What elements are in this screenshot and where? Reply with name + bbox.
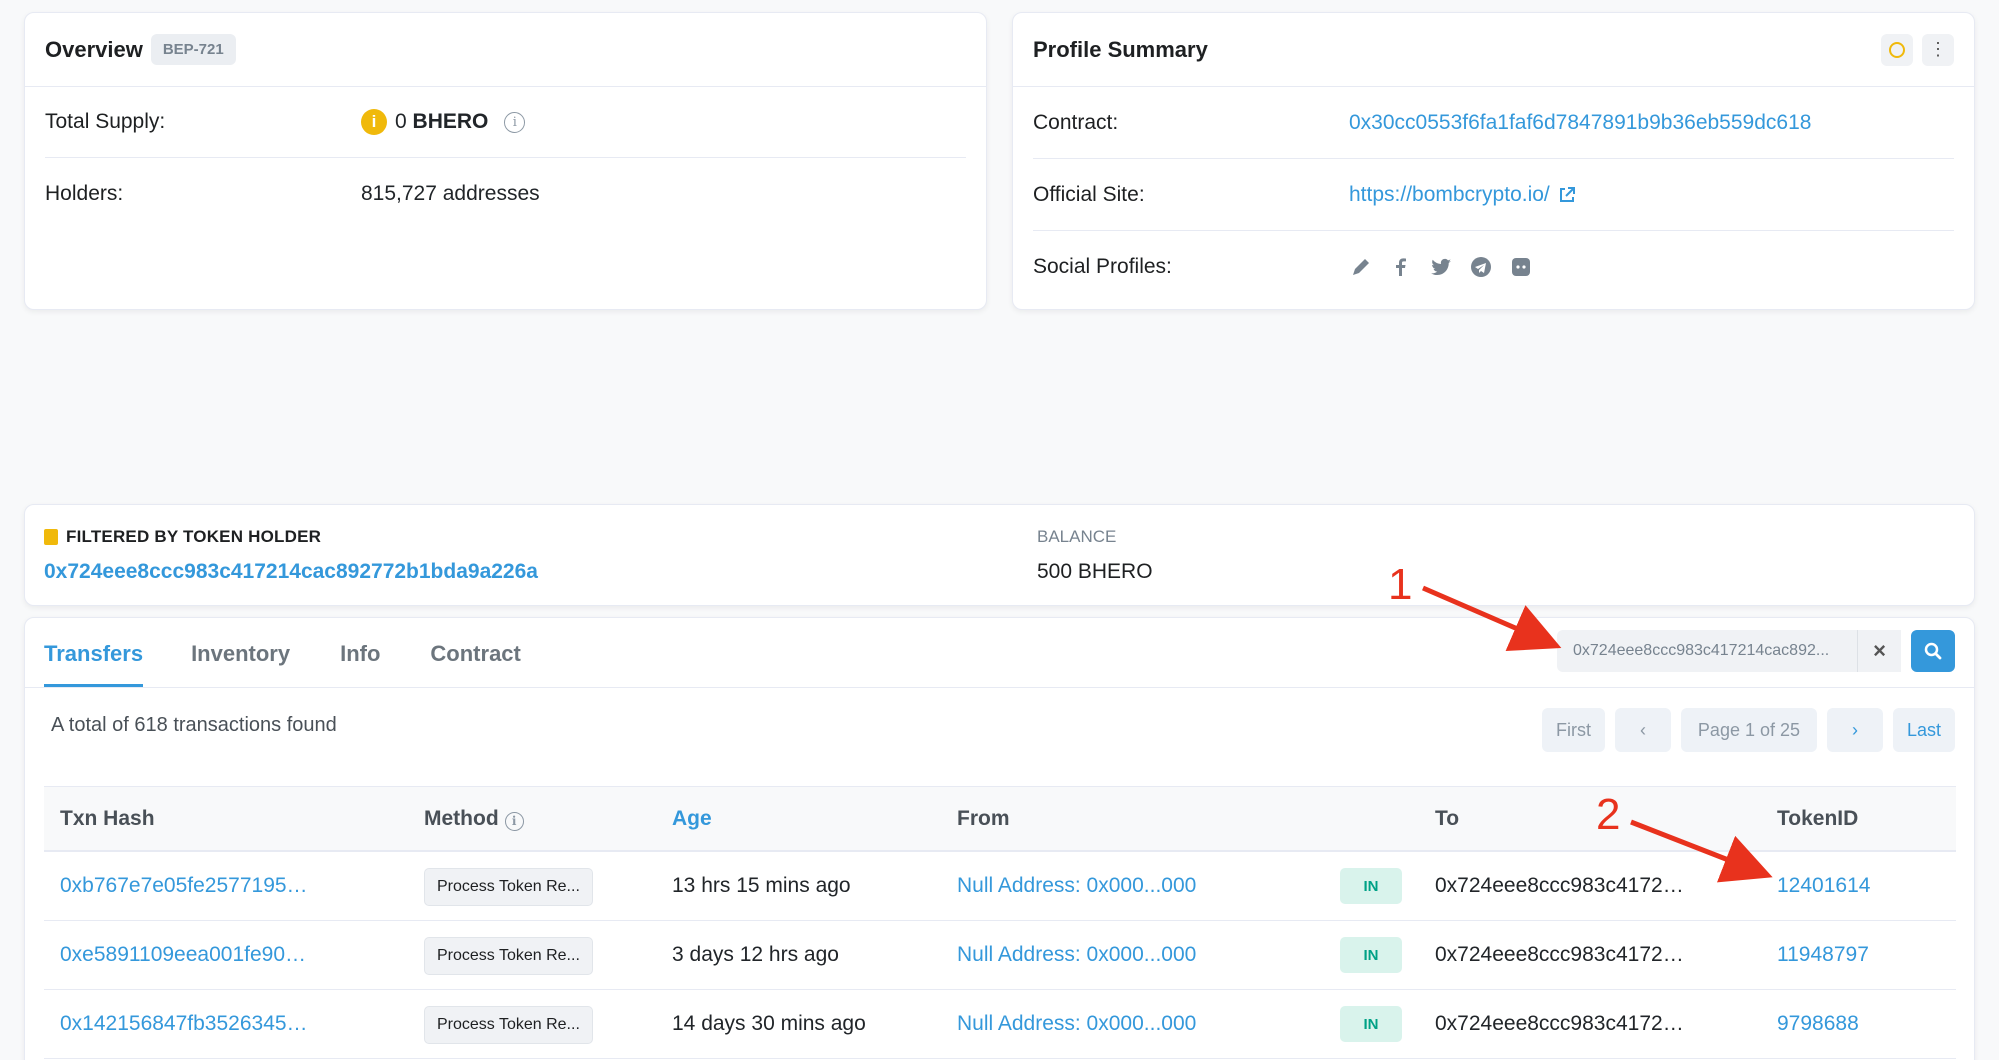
col-method: Method i: [424, 807, 524, 831]
contract-row: Contract: 0x30cc0553f6fa1faf6d7847891b9b…: [1033, 87, 1954, 159]
filter-label-text: FILTERED BY TOKEN HOLDER: [66, 527, 322, 546]
circle-icon: [1889, 41, 1905, 58]
close-icon: ×: [1873, 638, 1886, 663]
total-supply-value: 0: [395, 110, 407, 133]
token-logo-icon: i: [361, 109, 387, 135]
col-token-id: TokenID: [1777, 807, 1859, 830]
txn-hash-link[interactable]: 0xe5891109eea001fe90…: [60, 943, 306, 967]
balance-value: 500 BHERO: [1037, 560, 1153, 583]
direction-badge: IN: [1340, 868, 1402, 904]
social-profiles-label: Social Profiles:: [1033, 255, 1172, 278]
wallet-icon: [44, 529, 58, 545]
address-search-input[interactable]: 0x724eee8ccc983c417214cac892...: [1557, 630, 1872, 672]
overview-card: Overview BEP-721 Total Supply: i 0 BHERO…: [24, 12, 987, 310]
tab-transfers[interactable]: Transfers: [44, 641, 144, 687]
profile-title: Profile Summary: [1033, 36, 1208, 62]
col-txn-hash: Txn Hash: [60, 807, 155, 830]
chevron-right-icon: ›: [1851, 719, 1858, 740]
tab-info[interactable]: Info: [340, 641, 380, 687]
search-icon: [1924, 642, 1942, 660]
token-standard-badge: BEP-721: [150, 34, 236, 65]
table-row: 0x142156847fb3526345… Process Token Re..…: [44, 990, 1956, 1059]
page-indicator: Page 1 of 25: [1680, 708, 1817, 752]
annotation-number-2: 2: [1596, 790, 1621, 839]
prev-page-button[interactable]: ‹: [1614, 708, 1671, 752]
total-supply-symbol: BHERO: [412, 110, 489, 133]
table-header: Txn Hash Method i Age From To TokenID: [44, 786, 1956, 852]
contract-label: Contract:: [1033, 110, 1119, 134]
filter-holder-address[interactable]: 0x724eee8ccc983c417214cac892772b1bda9a22…: [44, 560, 538, 584]
direction-badge: IN: [1340, 937, 1402, 973]
holders-label: Holders:: [45, 181, 124, 205]
annotation-number-1: 1: [1388, 560, 1413, 609]
official-site-row: Official Site: https://bombcrypto.io/: [1033, 159, 1954, 231]
info-icon[interactable]: i: [504, 111, 526, 133]
telegram-icon[interactable]: [1469, 255, 1493, 279]
to-address: 0x724eee8ccc983c4172…: [1435, 874, 1684, 897]
method-info-icon[interactable]: i: [504, 811, 524, 831]
token-id-link[interactable]: 12401614: [1777, 874, 1870, 898]
pencil-icon[interactable]: [1349, 255, 1373, 279]
age-cell: 13 hrs 15 mins ago: [672, 874, 851, 897]
overview-title: Overview: [45, 36, 143, 62]
to-address: 0x724eee8ccc983c4172…: [1435, 1012, 1684, 1035]
method-badge: Process Token Re...: [424, 868, 593, 906]
token-id-link[interactable]: 9798688: [1777, 1012, 1859, 1036]
external-link-icon[interactable]: [1558, 186, 1576, 204]
age-cell: 3 days 12 hrs ago: [672, 943, 839, 966]
col-from: From: [957, 807, 1010, 830]
tab-contract[interactable]: Contract: [430, 641, 520, 687]
direction-badge: IN: [1340, 1006, 1402, 1042]
pagination: First ‹ Page 1 of 25 › Last: [1541, 708, 1955, 752]
next-page-button[interactable]: ›: [1826, 708, 1883, 752]
col-to: To: [1435, 807, 1460, 830]
status-circle-button[interactable]: [1881, 33, 1913, 66]
social-profiles-row: Social Profiles:: [1033, 231, 1954, 303]
twitter-icon[interactable]: [1429, 255, 1453, 279]
profile-header: Profile Summary ⋮: [1013, 13, 1974, 87]
tab-inventory[interactable]: Inventory: [191, 641, 290, 687]
total-supply-label: Total Supply:: [45, 110, 166, 133]
holders-row: Holders: 815,727 addresses: [45, 158, 966, 229]
token-holder-filter-card: FILTERED BY TOKEN HOLDER 0x724eee8ccc983…: [24, 504, 1975, 606]
clear-search-button[interactable]: ×: [1857, 630, 1901, 672]
method-badge: Process Token Re...: [424, 1006, 593, 1044]
more-options-button[interactable]: ⋮: [1922, 33, 1954, 66]
official-site-link[interactable]: https://bombcrypto.io/: [1349, 183, 1550, 207]
transaction-count: A total of 618 transactions found: [51, 714, 337, 736]
from-address-link[interactable]: Null Address: 0x000...000: [957, 874, 1196, 898]
holders-value: 815,727 addresses: [361, 181, 540, 205]
filter-label: FILTERED BY TOKEN HOLDER: [44, 527, 538, 547]
txn-hash-link[interactable]: 0xb767e7e05fe2577195…: [60, 874, 308, 898]
transfers-card: Transfers Inventory Info Contract 0x724e…: [24, 617, 1975, 1060]
facebook-icon[interactable]: [1389, 255, 1413, 279]
balance-label: BALANCE: [1037, 527, 1117, 546]
from-address-link[interactable]: Null Address: 0x000...000: [957, 1012, 1196, 1036]
to-address: 0x724eee8ccc983c4172…: [1435, 943, 1684, 966]
total-supply-row: Total Supply: i 0 BHERO i: [45, 87, 966, 158]
official-site-label: Official Site:: [1033, 182, 1145, 206]
discord-icon[interactable]: [1509, 255, 1533, 279]
contract-link[interactable]: 0x30cc0553f6fa1faf6d7847891b9b36eb559dc6…: [1349, 111, 1811, 135]
search-button[interactable]: [1911, 630, 1955, 672]
profile-summary-card: Profile Summary ⋮ Contract: 0x30cc0553f6…: [1012, 12, 1975, 310]
table-row: 0xb767e7e05fe2577195… Process Token Re..…: [44, 852, 1956, 921]
kebab-menu-icon: ⋮: [1929, 39, 1947, 59]
overview-header: Overview BEP-721: [25, 13, 986, 87]
from-address-link[interactable]: Null Address: 0x000...000: [957, 943, 1196, 967]
token-id-link[interactable]: 11948797: [1777, 943, 1869, 967]
method-badge: Process Token Re...: [424, 937, 593, 975]
table-row: 0xe5891109eea001fe90… Process Token Re..…: [44, 921, 1956, 990]
txn-hash-link[interactable]: 0x142156847fb3526345…: [60, 1012, 308, 1036]
col-age[interactable]: Age: [672, 807, 712, 831]
chevron-left-icon: ‹: [1639, 719, 1646, 740]
first-page-button[interactable]: First: [1541, 708, 1605, 752]
age-cell: 14 days 30 mins ago: [672, 1012, 866, 1035]
last-page-button[interactable]: Last: [1892, 708, 1955, 752]
